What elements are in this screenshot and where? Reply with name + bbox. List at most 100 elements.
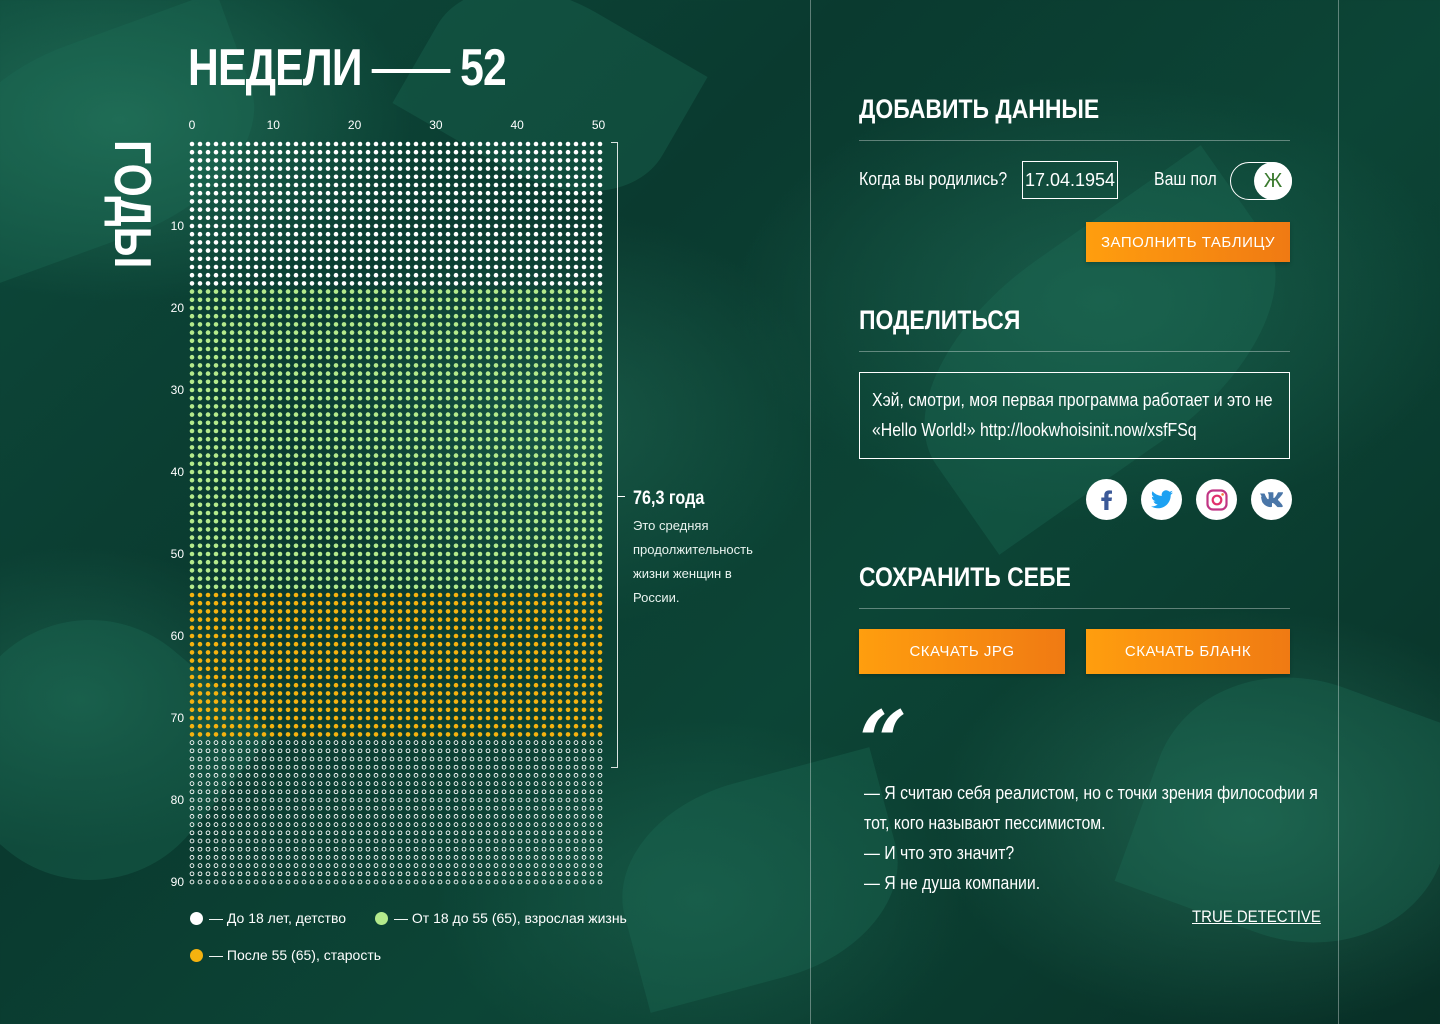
week-dot [389, 436, 395, 442]
instagram-button[interactable] [1196, 479, 1237, 520]
weeks-title: НЕДЕЛИ 52 [188, 38, 507, 98]
week-dot [413, 453, 419, 458]
week-dot [525, 879, 531, 885]
week-dot [597, 650, 603, 655]
week-dot [493, 420, 499, 426]
fill-table-button[interactable]: ЗАПОЛНИТЬ ТАБЛИЦУ [1086, 222, 1290, 262]
week-dot [357, 617, 363, 622]
week-dot [533, 330, 539, 335]
week-dot [333, 863, 339, 868]
week-dot [469, 666, 475, 672]
share-textarea[interactable]: Хэй, смотри, моя первая программа работа… [859, 372, 1290, 459]
week-dot [421, 838, 427, 844]
week-dot [237, 141, 243, 147]
week-dot [589, 338, 595, 344]
week-dot [461, 469, 467, 475]
week-dot [493, 814, 499, 819]
week-dot [341, 289, 347, 294]
week-dot [325, 289, 331, 294]
week-dot [541, 846, 547, 852]
week-dot [373, 879, 379, 885]
week-dot [405, 354, 411, 360]
week-dot [421, 805, 427, 811]
week-dot [525, 609, 531, 614]
week-dot [213, 748, 219, 754]
week-dot [397, 289, 403, 294]
week-dot [533, 707, 539, 713]
week-dot [565, 223, 571, 229]
week-dot [205, 658, 211, 663]
week-dot [221, 141, 227, 147]
week-dot [277, 223, 283, 229]
week-dot [565, 322, 571, 327]
week-dot [445, 863, 451, 868]
week-dot [589, 166, 595, 171]
week-dot [293, 461, 299, 467]
week-dot [421, 445, 427, 450]
week-dot [221, 469, 227, 475]
week-dot [421, 420, 427, 426]
twitter-button[interactable] [1141, 479, 1182, 520]
week-dot [221, 305, 227, 311]
week-dot [517, 756, 523, 762]
week-dot [333, 609, 339, 614]
week-dot [421, 182, 427, 188]
birth-date-input[interactable] [1022, 161, 1118, 199]
week-dot [533, 814, 539, 819]
week-dot [349, 461, 355, 467]
week-dot [309, 863, 315, 868]
week-dot [349, 748, 355, 754]
quote-source-link[interactable]: TRUE DETECTIVE [1192, 907, 1321, 927]
week-dot [253, 453, 259, 458]
week-dot [365, 846, 371, 852]
week-dot [309, 576, 315, 581]
week-dot [333, 281, 339, 286]
download-jpg-button[interactable]: СКАЧАТЬ JPG [859, 629, 1065, 674]
download-blank-button[interactable]: СКАЧАТЬ БЛАНК [1086, 629, 1290, 674]
week-dot [525, 453, 531, 458]
week-dot [485, 166, 491, 171]
week-dot [285, 174, 291, 180]
week-dot [349, 732, 355, 737]
gender-toggle[interactable]: Ж [1230, 162, 1292, 200]
week-dot [253, 199, 259, 204]
week-dot [421, 190, 427, 196]
week-dot [429, 256, 435, 262]
week-dot [389, 658, 395, 663]
week-dot [285, 682, 291, 688]
week-dot [317, 231, 323, 237]
week-dot [341, 781, 347, 786]
week-dot [517, 420, 523, 426]
week-dot [205, 486, 211, 491]
week-dot [533, 863, 539, 868]
week-dot [301, 289, 307, 294]
week-dot [597, 190, 603, 196]
vk-button[interactable] [1251, 479, 1292, 520]
week-dot [189, 830, 195, 836]
week-dot [197, 412, 203, 417]
week-dot [461, 428, 467, 434]
week-dot [309, 830, 315, 836]
week-dot [493, 477, 499, 483]
facebook-button[interactable] [1086, 479, 1127, 520]
week-dot [365, 715, 371, 721]
week-dot [517, 289, 523, 294]
week-dot [517, 527, 523, 532]
week-dot [325, 535, 331, 540]
week-dot [285, 272, 291, 278]
week-dot [413, 141, 419, 147]
week-dot [453, 477, 459, 483]
week-dot [421, 436, 427, 442]
week-dot [189, 330, 195, 335]
week-dot [205, 650, 211, 655]
week-dot [493, 838, 499, 844]
week-dot [485, 281, 491, 286]
week-dot [565, 764, 571, 770]
week-dot [213, 855, 219, 860]
week-dot [469, 494, 475, 499]
week-dot [461, 445, 467, 450]
week-dot [229, 559, 235, 565]
gender-toggle-knob[interactable]: Ж [1254, 162, 1292, 200]
week-dot [245, 748, 251, 754]
week-dot [461, 641, 467, 647]
